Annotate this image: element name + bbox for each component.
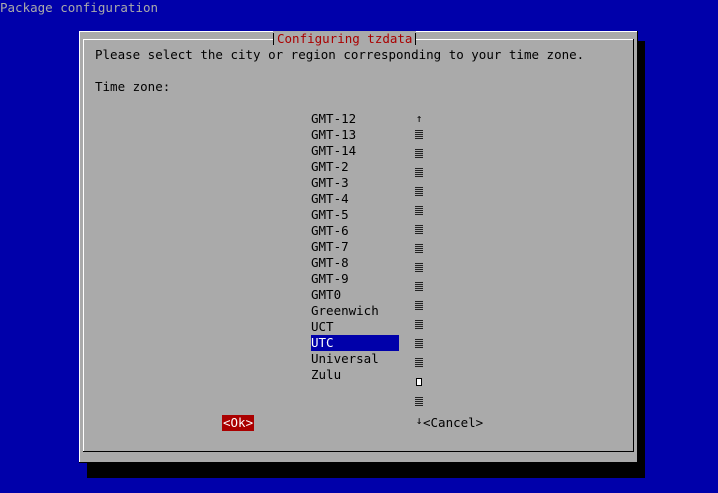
timezone-list[interactable]: GMT-12 GMT-13 GMT-14 GMT-2 GMT-3 GMT-4 GMT-5 GM… <box>311 111 421 383</box>
window-title: Package configuration <box>0 0 159 15</box>
timezone-list-item[interactable]: GMT-8 <box>311 255 421 271</box>
scrollbar-track[interactable] <box>413 301 425 317</box>
scrollbar-track[interactable] <box>413 225 425 241</box>
scrollbar-track[interactable] <box>413 244 425 260</box>
frame-left-outer <box>79 31 80 463</box>
timezone-list-item[interactable]: GMT-4 <box>311 191 421 207</box>
timezone-list-item[interactable]: GMT-14 <box>311 143 421 159</box>
timezone-list-item[interactable]: GMT-6 <box>311 223 421 239</box>
scrollbar-track[interactable] <box>413 397 425 413</box>
timezone-list-item[interactable]: Zulu <box>311 367 421 383</box>
scrollbar-track-segment <box>415 282 423 292</box>
timezone-list-item[interactable]: GMT-7 <box>311 239 421 255</box>
scrollbar-track-segment <box>415 187 423 197</box>
cancel-button[interactable]: <Cancel> <box>423 415 483 431</box>
timezone-list-item[interactable]: GMT0 <box>311 287 421 303</box>
scroll-up-arrow-icon[interactable]: ↑ <box>413 111 425 127</box>
scrollbar-track-segment <box>415 301 423 311</box>
scrollbar-track[interactable] <box>413 320 425 336</box>
frame-right-outer <box>637 31 638 463</box>
timezone-list-item[interactable]: GMT-5 <box>311 207 421 223</box>
scrollbar-track[interactable] <box>413 282 425 298</box>
timezone-list-item[interactable]: GMT-12 <box>311 111 421 127</box>
timezone-list-item[interactable]: Greenwich <box>311 303 421 319</box>
dialog: Configuring tzdata Please select the cit… <box>79 31 638 463</box>
frame-bottom-inner <box>83 451 634 452</box>
scrollbar-track[interactable] <box>413 263 425 279</box>
prompt-text: Please select the city or region corresp… <box>95 47 585 62</box>
scrollbar-track[interactable] <box>413 149 425 165</box>
ok-button[interactable]: <Ok> <box>222 415 255 431</box>
scrollbar-track[interactable] <box>413 187 425 203</box>
scrollbar-track[interactable] <box>413 358 425 374</box>
title-right-tick <box>415 33 417 45</box>
scrollbar-track-segment <box>415 358 423 368</box>
scrollbar-track-segment <box>415 149 423 159</box>
frame-bottom-outer <box>79 462 638 463</box>
scrollbar-thumb-box[interactable] <box>416 378 422 386</box>
dialog-title-container: Configuring tzdata <box>273 31 417 47</box>
scrollbar[interactable]: ↑ ↓ <box>413 111 425 429</box>
scrollbar-track[interactable] <box>413 130 425 146</box>
timezone-list-item[interactable]: UTC <box>311 335 399 351</box>
scrollbar-track[interactable] <box>413 168 425 184</box>
frame-right-inner <box>633 39 634 451</box>
scrollbar-track-segment <box>415 225 423 235</box>
timezone-list-item[interactable]: UCT <box>311 319 421 335</box>
scrollbar-track-segment <box>415 244 423 254</box>
scrollbar-track[interactable] <box>413 206 425 222</box>
scrollbar-track-segment <box>415 168 423 178</box>
timezone-list-item[interactable]: GMT-3 <box>311 175 421 191</box>
scrollbar-thumb[interactable] <box>413 378 425 394</box>
timezone-list-item[interactable]: GMT-2 <box>311 159 421 175</box>
dialog-title: Configuring tzdata <box>277 31 413 46</box>
frame-left-inner <box>83 39 84 451</box>
time-zone-label: Time zone: <box>95 79 171 94</box>
timezone-list-item[interactable]: GMT-9 <box>311 271 421 287</box>
timezone-list-item[interactable]: Universal <box>311 351 421 367</box>
scrollbar-track[interactable] <box>413 339 425 355</box>
scrollbar-track-segment <box>415 320 423 330</box>
scrollbar-track-segment <box>415 339 423 349</box>
timezone-list-item[interactable]: GMT-13 <box>311 127 421 143</box>
scrollbar-track-segment <box>415 206 423 216</box>
scrollbar-track-segment <box>415 263 423 273</box>
scrollbar-track-segment <box>415 397 423 407</box>
scrollbar-track-segment <box>415 130 423 140</box>
title-left-tick <box>273 33 274 45</box>
